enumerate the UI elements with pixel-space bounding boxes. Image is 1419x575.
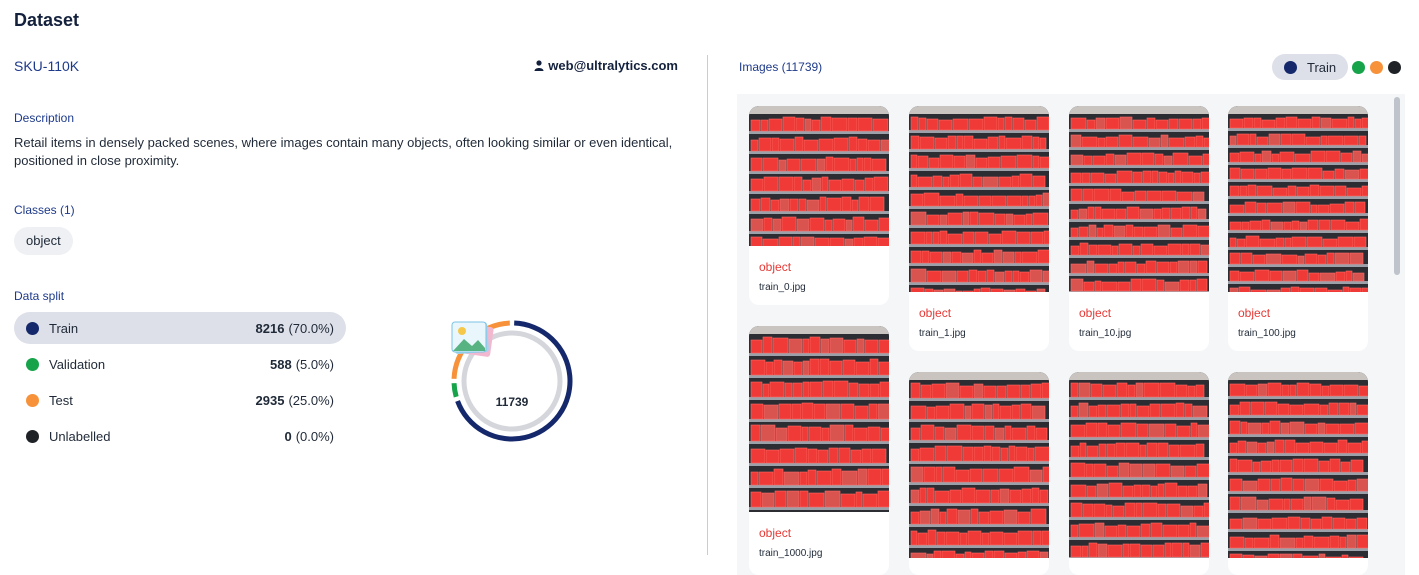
image-grid-scrollbar[interactable] [1394, 97, 1400, 275]
image-card[interactable]: object train_0.jpg [749, 106, 889, 305]
test-dot [26, 393, 39, 407]
images-title: Images (11739) [739, 60, 823, 74]
split-filter-train[interactable]: Train [1272, 54, 1348, 80]
split-percent: (25.0%) [288, 392, 334, 408]
description-label: Description [14, 111, 75, 125]
split-percent: (70.0%) [288, 320, 334, 336]
card-filename: train_10.jpg [1079, 328, 1132, 339]
image-thumbnail [909, 372, 1049, 558]
card-filename: train_1000.jpg [759, 548, 823, 559]
unlabelled-filter-dot[interactable] [1388, 61, 1401, 74]
image-icon [451, 321, 494, 357]
split-filter-label: Train [1307, 59, 1337, 75]
train-dot [26, 321, 39, 335]
split-row-validation[interactable]: Validation 588 (5.0%) [14, 348, 346, 380]
dataset-panel: SKU-110K web@ultralytics.com Description… [14, 0, 694, 575]
split-count: 2935 [255, 392, 285, 408]
card-class-label: object [759, 526, 792, 540]
unlabelled-dot [26, 429, 39, 443]
card-class-label: object [1238, 306, 1271, 320]
split-name: Validation [49, 356, 106, 372]
image-card[interactable]: object train_1.jpg [909, 106, 1049, 351]
split-count: 8216 [255, 320, 285, 336]
dataset-name: SKU-110K [14, 58, 80, 74]
image-card[interactable] [909, 372, 1049, 575]
card-filename: train_1.jpg [919, 328, 966, 339]
panel-divider [707, 55, 708, 555]
split-donut: 11739 [450, 319, 574, 443]
image-card[interactable] [1228, 372, 1368, 575]
card-class-label: object [1079, 306, 1112, 320]
card-filename: train_100.jpg [1238, 328, 1296, 339]
class-chip-object[interactable]: object [14, 227, 73, 255]
owner-email[interactable]: web@ultralytics.com [548, 58, 678, 73]
image-thumbnail [749, 106, 889, 246]
split-name: Test [49, 392, 73, 408]
validation-dot [26, 357, 39, 371]
user-icon [534, 60, 544, 71]
image-card[interactable] [1069, 372, 1209, 575]
donut-total: 11739 [495, 395, 529, 409]
split-count: 0 [284, 428, 292, 444]
split-row-test[interactable]: Test 2935 (25.0%) [14, 384, 346, 416]
card-filename: train_0.jpg [759, 282, 806, 293]
split-row-train[interactable]: Train 8216 (70.0%) [14, 312, 346, 344]
image-thumbnail [749, 326, 889, 512]
image-card[interactable]: object train_1000.jpg [749, 326, 889, 575]
image-thumbnail [1069, 106, 1209, 292]
card-class-label: object [919, 306, 952, 320]
data-split-label: Data split [14, 289, 65, 303]
image-card[interactable]: object train_100.jpg [1228, 106, 1368, 351]
test-filter-dot[interactable] [1370, 61, 1383, 74]
split-name: Train [49, 320, 79, 336]
classes-label: Classes (1) [14, 203, 75, 217]
description-text: Retail items in densely packed scenes, w… [14, 135, 673, 168]
image-card[interactable]: object train_10.jpg [1069, 106, 1209, 351]
validation-filter-dot[interactable] [1352, 61, 1365, 74]
image-thumbnail [1228, 372, 1368, 558]
train-filter-dot [1284, 60, 1297, 74]
image-thumbnail [909, 106, 1049, 292]
owner[interactable]: web@ultralytics.com [534, 58, 678, 73]
image-thumbnail [1228, 106, 1368, 292]
split-percent: (0.0%) [295, 428, 334, 444]
image-thumbnail [1069, 372, 1209, 558]
split-count: 588 [270, 356, 292, 372]
split-row-unlabelled[interactable]: Unlabelled 0 (0.0%) [14, 420, 346, 452]
card-class-label: object [759, 260, 792, 274]
split-name: Unlabelled [49, 428, 111, 444]
split-percent: (5.0%) [295, 356, 334, 372]
